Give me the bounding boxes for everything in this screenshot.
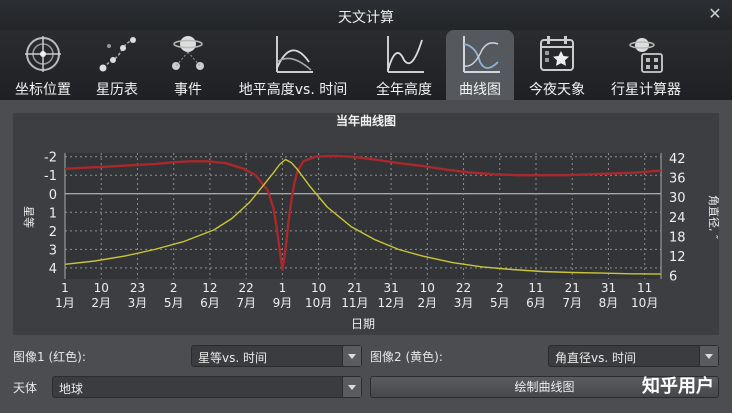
x-tick-day: 11	[528, 281, 543, 295]
right-tick-label: 12	[669, 250, 686, 265]
chevron-down-icon[interactable]	[342, 377, 361, 397]
chevron-down-icon[interactable]	[699, 346, 718, 366]
x-tick-month: 2月	[417, 296, 437, 310]
graph2-value: 角直径vs. 时间	[555, 351, 636, 365]
x-tick-day: 12	[202, 281, 217, 295]
y-axis-label-right: 角直径, ″	[707, 195, 719, 239]
x-tick-month: 6月	[200, 296, 220, 310]
chart-title: 当年曲线图	[336, 113, 396, 128]
x-tick-month: 9月	[273, 296, 293, 310]
right-tick-label: 24	[669, 211, 686, 226]
tab-label: 地平高度vs. 时间	[238, 82, 348, 98]
x-tick-month: 7月	[236, 296, 256, 310]
right-tick-label: 42	[669, 152, 686, 167]
calendar-star-icon	[540, 36, 574, 71]
x-tick-month: 3月	[454, 296, 474, 310]
x-tick-month: 5月	[164, 296, 184, 310]
x-tick-day: 2	[170, 281, 178, 295]
x-tick-month: 10月	[305, 296, 332, 310]
left-tick-label: 4	[49, 262, 57, 277]
x-tick-day: 21	[565, 281, 580, 295]
x-tick-day: 10	[420, 281, 435, 295]
x-tick-day: 10	[311, 281, 326, 295]
graph2-label: 图像2 (黄色):	[370, 350, 443, 364]
graph2-select[interactable]: 角直径vs. 时间	[548, 345, 719, 367]
altitude-chart-icon	[276, 36, 313, 73]
chevron-down-icon[interactable]	[342, 346, 361, 366]
x-tick-month: 6月	[526, 296, 546, 310]
x-axis-label: 日期	[351, 317, 375, 331]
tab-tonight[interactable]: 今夜天象	[521, 30, 593, 100]
x-tick-day: 23	[130, 281, 145, 295]
tab-ephemeris[interactable]: 星历表	[85, 30, 149, 100]
x-tick-month: 8月	[599, 296, 619, 310]
yearly-altitude-icon	[387, 36, 424, 73]
yearly-graph-chart: 当年曲线图 -2-101234 4236302418126 11月102月233…	[22, 113, 721, 331]
right-axis-ticks: 42 36 30 24 18 12 6	[669, 152, 686, 285]
tab-label: 星历表	[96, 82, 138, 98]
tab-coordinates[interactable]: 坐标位置	[8, 30, 78, 100]
left-axis-ticks: -2 -1 0 1 2 3 4	[44, 151, 57, 277]
tab-label: 曲线图	[459, 82, 501, 98]
right-tick-label: 36	[669, 172, 686, 187]
x-axis-ticks: 11月102月233月25月126月227月19月1010月2111月3112月…	[55, 281, 658, 310]
x-tick-day: 11	[637, 281, 652, 295]
graph1-select[interactable]: 星等vs. 时间	[191, 345, 362, 367]
right-tick-label: 18	[669, 230, 686, 245]
tab-label: 全年高度	[376, 82, 432, 98]
right-tick-label: 6	[669, 270, 677, 285]
x-tick-day: 1	[279, 281, 287, 295]
x-tick-month: 7月	[562, 296, 582, 310]
left-tick-label: 3	[49, 243, 57, 258]
ephemeris-icon	[99, 37, 136, 72]
close-icon[interactable]: ✕	[706, 5, 724, 23]
x-tick-month: 11月	[341, 296, 368, 310]
x-tick-day: 22	[456, 281, 471, 295]
x-tick-day: 22	[239, 281, 254, 295]
x-tick-month: 3月	[128, 296, 148, 310]
title-bar: 天文计算 ✕	[0, 0, 732, 30]
x-tick-month: 1月	[55, 296, 75, 310]
tab-label: 行星计算器	[611, 82, 681, 98]
tab-events[interactable]: 事件	[157, 30, 219, 100]
object-label: 天体	[13, 381, 38, 395]
left-tick-label: 1	[49, 206, 57, 221]
x-tick-day: 31	[601, 281, 616, 295]
object-value: 地球	[59, 382, 84, 396]
tab-planet-calculator[interactable]: 行星计算器	[603, 30, 689, 100]
tab-label: 坐标位置	[15, 82, 71, 98]
left-tick-label: -1	[44, 169, 57, 184]
x-tick-month: 2月	[91, 296, 111, 310]
tab-label: 事件	[174, 82, 202, 98]
graph1-value: 星等vs. 时间	[198, 351, 267, 365]
chart-area: 当年曲线图 -2 -1 0 1 2 3 4 42 36 30 24 18 12 6 1 1月 10 2月 23 3…	[13, 113, 721, 335]
object-select[interactable]: 地球	[52, 376, 362, 398]
tab-label: 今夜天象	[529, 82, 585, 98]
graph-icon	[463, 36, 500, 73]
tab-altitude-vs-time[interactable]: 地平高度vs. 时间	[228, 30, 358, 100]
compass-icon	[25, 36, 61, 72]
planet-calculator-icon	[629, 38, 663, 73]
x-tick-day: 2	[496, 281, 504, 295]
tab-bar: 坐标位置 星历表 事件 地平高度vs. 时间 全年高度 曲线图 今夜天象 行星计…	[0, 30, 732, 100]
tab-yearly-altitude[interactable]: 全年高度	[366, 30, 442, 100]
window-title: 天文计算	[338, 10, 394, 26]
x-tick-month: 12月	[377, 296, 404, 310]
right-tick-label: 30	[669, 191, 686, 206]
left-tick-label: -2	[44, 151, 57, 166]
left-tick-label: 0	[49, 188, 57, 203]
watermark-text: 知乎用户	[642, 376, 714, 397]
plot-background	[65, 153, 661, 279]
x-tick-day: 21	[347, 281, 362, 295]
x-tick-day: 31	[383, 281, 398, 295]
y-axis-label-left: 星等	[22, 206, 36, 228]
x-tick-month: 5月	[490, 296, 510, 310]
left-tick-label: 2	[49, 225, 57, 240]
x-tick-day: 10	[94, 281, 109, 295]
tab-graphs[interactable]: 曲线图	[446, 30, 514, 100]
planet-events-icon	[172, 36, 204, 70]
graph1-label: 图像1 (红色):	[13, 350, 86, 364]
x-tick-day: 1	[61, 281, 69, 295]
x-tick-month: 10月	[631, 296, 658, 310]
